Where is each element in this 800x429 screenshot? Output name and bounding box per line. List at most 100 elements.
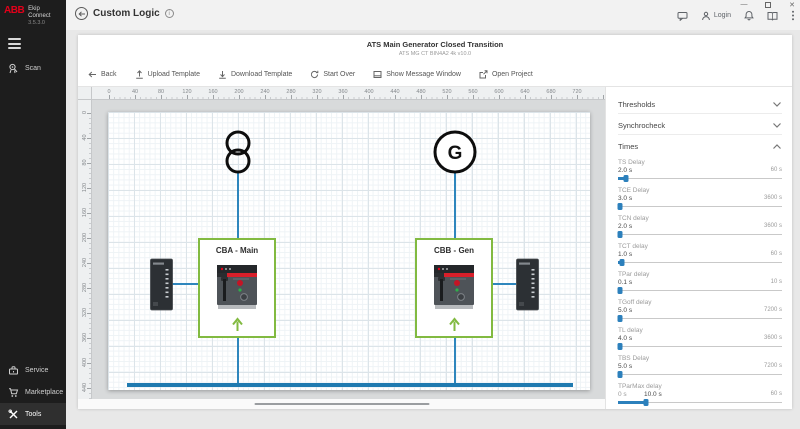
notifications-bell-icon[interactable] xyxy=(744,10,754,21)
section-thresholds[interactable]: Thresholds xyxy=(618,95,782,114)
open-external-icon xyxy=(479,70,488,79)
slider-item: TGoff delay 5.0 s 7200 s xyxy=(618,299,782,322)
diagram-wires: G xyxy=(108,112,590,390)
topbar-icons: Login xyxy=(677,10,795,21)
sidebar-bottom: Service Marketplace Tools xyxy=(0,359,66,425)
slider-value: 2.0 s xyxy=(618,167,632,174)
custom-logic-card: ATS Main Generator Closed Transition ATS… xyxy=(78,35,792,409)
download-template-button[interactable]: Download Template xyxy=(218,70,292,79)
page-title: Custom Logic xyxy=(93,8,160,19)
slider-track[interactable] xyxy=(618,203,782,210)
minimize-button[interactable]: — xyxy=(739,0,749,9)
maximize-button[interactable] xyxy=(763,0,773,9)
slider-item: TBS Delay 5.0 s 7200 s xyxy=(618,355,782,378)
slider-track[interactable] xyxy=(618,371,782,378)
start-over-button[interactable]: Start Over xyxy=(310,70,355,79)
marketplace-icon xyxy=(8,387,19,398)
login-label: Login xyxy=(714,12,731,19)
slider-thumb[interactable] xyxy=(618,203,623,210)
insert-arrow-icon xyxy=(448,317,461,332)
upload-template-button[interactable]: Upload Template xyxy=(135,70,200,79)
slider-max-label: 10 s xyxy=(771,279,782,285)
breaker-node-cbb-gen[interactable]: CBB - Gen xyxy=(415,238,493,338)
slider-track[interactable] xyxy=(618,231,782,238)
slider-value: 5.0 s xyxy=(618,363,632,370)
breaker-node-cba-main[interactable]: CBA - Main xyxy=(198,238,276,338)
show-message-window-button[interactable]: Show Message Window xyxy=(373,70,461,79)
product-name: Ekip Connect xyxy=(28,6,62,20)
sidebar-item-label: Marketplace xyxy=(25,389,63,396)
slider-label: TPar delay xyxy=(618,271,782,278)
sidebar-item-label: Scan xyxy=(25,65,41,72)
slider-value: 4.0 s xyxy=(618,335,632,342)
ekip-module-left[interactable] xyxy=(150,258,173,312)
refresh-icon xyxy=(310,70,319,79)
hamburger-menu-icon[interactable] xyxy=(8,38,21,49)
slider-value: 3.0 s xyxy=(618,195,632,202)
horizontal-ruler: 0408012016020024028032036040044048052056… xyxy=(92,87,605,100)
slider-track[interactable] xyxy=(618,287,782,294)
message-window-icon xyxy=(373,70,382,79)
generator-symbol: G xyxy=(435,132,475,172)
sidebar-item-service[interactable]: Service xyxy=(0,359,66,381)
topbar: Custom Logic i — ✕ Login xyxy=(66,0,800,30)
sidebar-item-tools[interactable]: Tools xyxy=(0,403,66,425)
info-icon[interactable]: i xyxy=(165,9,174,18)
slider-label: TBS Delay xyxy=(618,355,782,362)
slider-track[interactable] xyxy=(618,399,782,406)
open-project-button[interactable]: Open Project xyxy=(479,70,533,79)
slider-thumb[interactable] xyxy=(643,399,648,406)
slider-item: TCE Delay 3.0 s 3600 s xyxy=(618,187,782,210)
section-synchrocheck[interactable]: Synchrocheck xyxy=(618,116,782,135)
page-heading: Custom Logic i xyxy=(75,7,174,20)
diagram-canvas: 0408012016020024028032036040044048052056… xyxy=(78,87,605,399)
insert-arrow-icon xyxy=(231,317,244,332)
slider-thumb[interactable] xyxy=(618,343,623,350)
template-title: ATS Main Generator Closed Transition xyxy=(78,40,792,49)
documentation-book-icon[interactable] xyxy=(767,11,778,21)
scan-icon xyxy=(8,63,19,74)
sidebar-item-label: Tools xyxy=(25,411,41,418)
slider-track[interactable] xyxy=(618,175,782,182)
slider-item: TS Delay 2.0 s 60 s xyxy=(618,159,782,182)
sidebar-item-scan[interactable]: Scan xyxy=(0,57,66,79)
vertical-ruler: 04080120160200240280320360400440 xyxy=(78,100,92,399)
slider-max-label: 3600 s xyxy=(764,195,782,201)
sidebar-item-marketplace[interactable]: Marketplace xyxy=(0,381,66,403)
window-controls: — ✕ xyxy=(739,0,797,9)
slider-value: 0.1 s xyxy=(618,279,632,286)
drawing-page: G CBA - Main xyxy=(108,112,590,390)
slider-min-label: 0 s xyxy=(618,391,627,398)
ekip-module-right[interactable] xyxy=(516,258,539,312)
back-button[interactable]: Back xyxy=(88,70,117,79)
slider-track[interactable] xyxy=(618,315,782,322)
more-options-kebab-icon[interactable] xyxy=(791,10,795,21)
slider-fill xyxy=(618,401,646,404)
chevron-up-icon xyxy=(772,143,782,151)
login-button[interactable]: Login xyxy=(701,11,731,21)
back-circle-button[interactable] xyxy=(75,7,88,20)
slider-label: TL delay xyxy=(618,327,782,334)
slider-thumb[interactable] xyxy=(618,231,623,238)
section-times[interactable]: Times xyxy=(618,137,782,156)
slider-thumb[interactable] xyxy=(618,371,623,378)
slider-thumb[interactable] xyxy=(618,287,623,294)
upload-icon xyxy=(135,70,144,79)
slider-max-label: 60 s xyxy=(771,167,782,173)
slider-item: TL delay 4.0 s 3600 s xyxy=(618,327,782,350)
slider-label: TS Delay xyxy=(618,159,782,166)
slider-max-label: 7200 s xyxy=(764,307,782,313)
slider-track[interactable] xyxy=(618,259,782,266)
slider-label: TCN delay xyxy=(618,215,782,222)
horizontal-scrollbar[interactable] xyxy=(254,403,429,405)
card-toolbar: Back Upload Template Download Template S… xyxy=(78,63,792,87)
messages-icon[interactable] xyxy=(677,11,688,21)
slider-max-label: 60 s xyxy=(771,391,782,397)
slider-value: 10.0 s xyxy=(644,391,662,398)
close-button[interactable]: ✕ xyxy=(787,0,797,9)
slider-thumb[interactable] xyxy=(624,175,629,182)
slider-thumb[interactable] xyxy=(620,259,625,266)
slider-track[interactable] xyxy=(618,343,782,350)
slider-thumb[interactable] xyxy=(618,315,623,322)
node-title: CBB - Gen xyxy=(434,246,474,255)
